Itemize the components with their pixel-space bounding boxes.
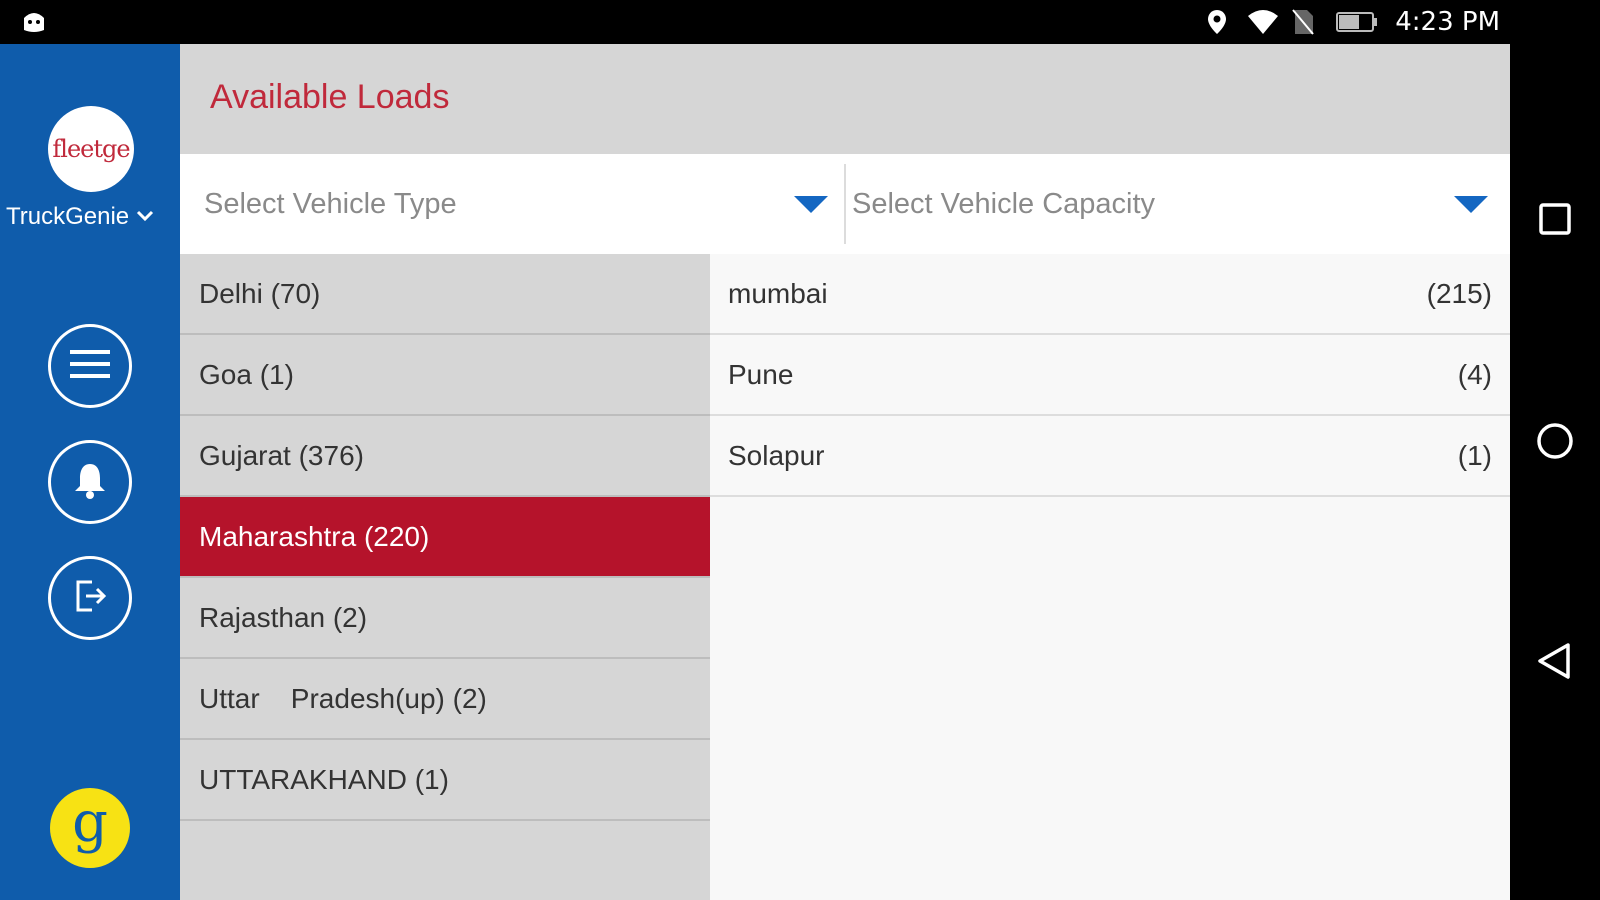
location-icon (1203, 8, 1231, 36)
back-button[interactable] (1530, 638, 1580, 688)
back-triangle-icon (1536, 641, 1574, 685)
logo-text: fleetge (52, 135, 130, 163)
city-name: Solapur (728, 439, 825, 471)
city-item-mumbai[interactable]: mumbai (215) (710, 254, 1510, 335)
city-list: mumbai (215) Pune (4) Solapur (1) (710, 254, 1510, 900)
logout-icon (70, 576, 110, 620)
no-sim-icon (1291, 8, 1319, 36)
sidebar: fleetge TruckGenie g (0, 44, 180, 900)
notifications-button[interactable] (48, 440, 132, 524)
android-debug-icon (20, 8, 48, 36)
vehicle-type-placeholder: Select Vehicle Type (204, 187, 457, 220)
page-header: Available Loads (180, 44, 1510, 154)
status-bar: 4:23 PM (0, 0, 1600, 44)
vehicle-capacity-placeholder: Select Vehicle Capacity (852, 187, 1156, 220)
state-item-rajasthan[interactable]: Rajasthan (2) (180, 578, 710, 659)
vehicle-capacity-select[interactable]: Select Vehicle Capacity (846, 154, 1510, 254)
chevron-down-icon (135, 208, 155, 227)
chevron-down-icon (1454, 196, 1488, 213)
state-item-goa[interactable]: Goa (1) (180, 335, 710, 416)
genie-logo[interactable]: g (50, 788, 130, 868)
filters-bar: Select Vehicle Type Select Vehicle Capac… (180, 154, 1510, 254)
recent-apps-button[interactable] (1530, 196, 1580, 246)
system-nav-bar (1510, 44, 1600, 900)
menu-icon (68, 346, 112, 386)
city-count: (4) (1457, 358, 1492, 390)
circle-icon (1535, 421, 1575, 465)
city-name: mumbai (728, 277, 828, 309)
status-time: 4:23 PM (1395, 7, 1500, 37)
city-name: Pune (728, 358, 794, 390)
bell-icon (70, 460, 110, 504)
city-count: (1) (1457, 439, 1492, 471)
state-item-gujarat[interactable]: Gujarat (376) (180, 416, 710, 497)
state-item-delhi[interactable]: Delhi (70) (180, 254, 710, 335)
city-item-pune[interactable]: Pune (4) (710, 335, 1510, 416)
logout-button[interactable] (48, 556, 132, 640)
state-list: Delhi (70) Goa (1) Gujarat (376) Maharas… (180, 254, 710, 900)
wifi-icon (1247, 8, 1279, 36)
main-content: Available Loads Select Vehicle Type Sele… (180, 44, 1510, 900)
app-logo: fleetge (48, 106, 134, 192)
battery-icon (1335, 8, 1379, 36)
chevron-down-icon (794, 196, 828, 213)
state-item-uttarakhand[interactable]: UTTARAKHAND (1) (180, 740, 710, 821)
city-item-solapur[interactable]: Solapur (1) (710, 416, 1510, 497)
vehicle-type-select[interactable]: Select Vehicle Type (180, 154, 844, 254)
city-count: (215) (1426, 277, 1492, 309)
menu-button[interactable] (48, 324, 132, 408)
brand-name: TruckGenie (6, 203, 130, 230)
page-title: Available Loads (210, 78, 450, 116)
state-item-uttar-pradesh[interactable]: Uttar Pradesh(up) (2) (180, 659, 710, 740)
genie-logo-letter: g (72, 790, 108, 855)
account-switcher[interactable]: TruckGenie (6, 200, 180, 234)
square-icon (1538, 202, 1572, 240)
home-button[interactable] (1530, 418, 1580, 468)
state-item-maharashtra[interactable]: Maharashtra (220) (180, 497, 710, 578)
